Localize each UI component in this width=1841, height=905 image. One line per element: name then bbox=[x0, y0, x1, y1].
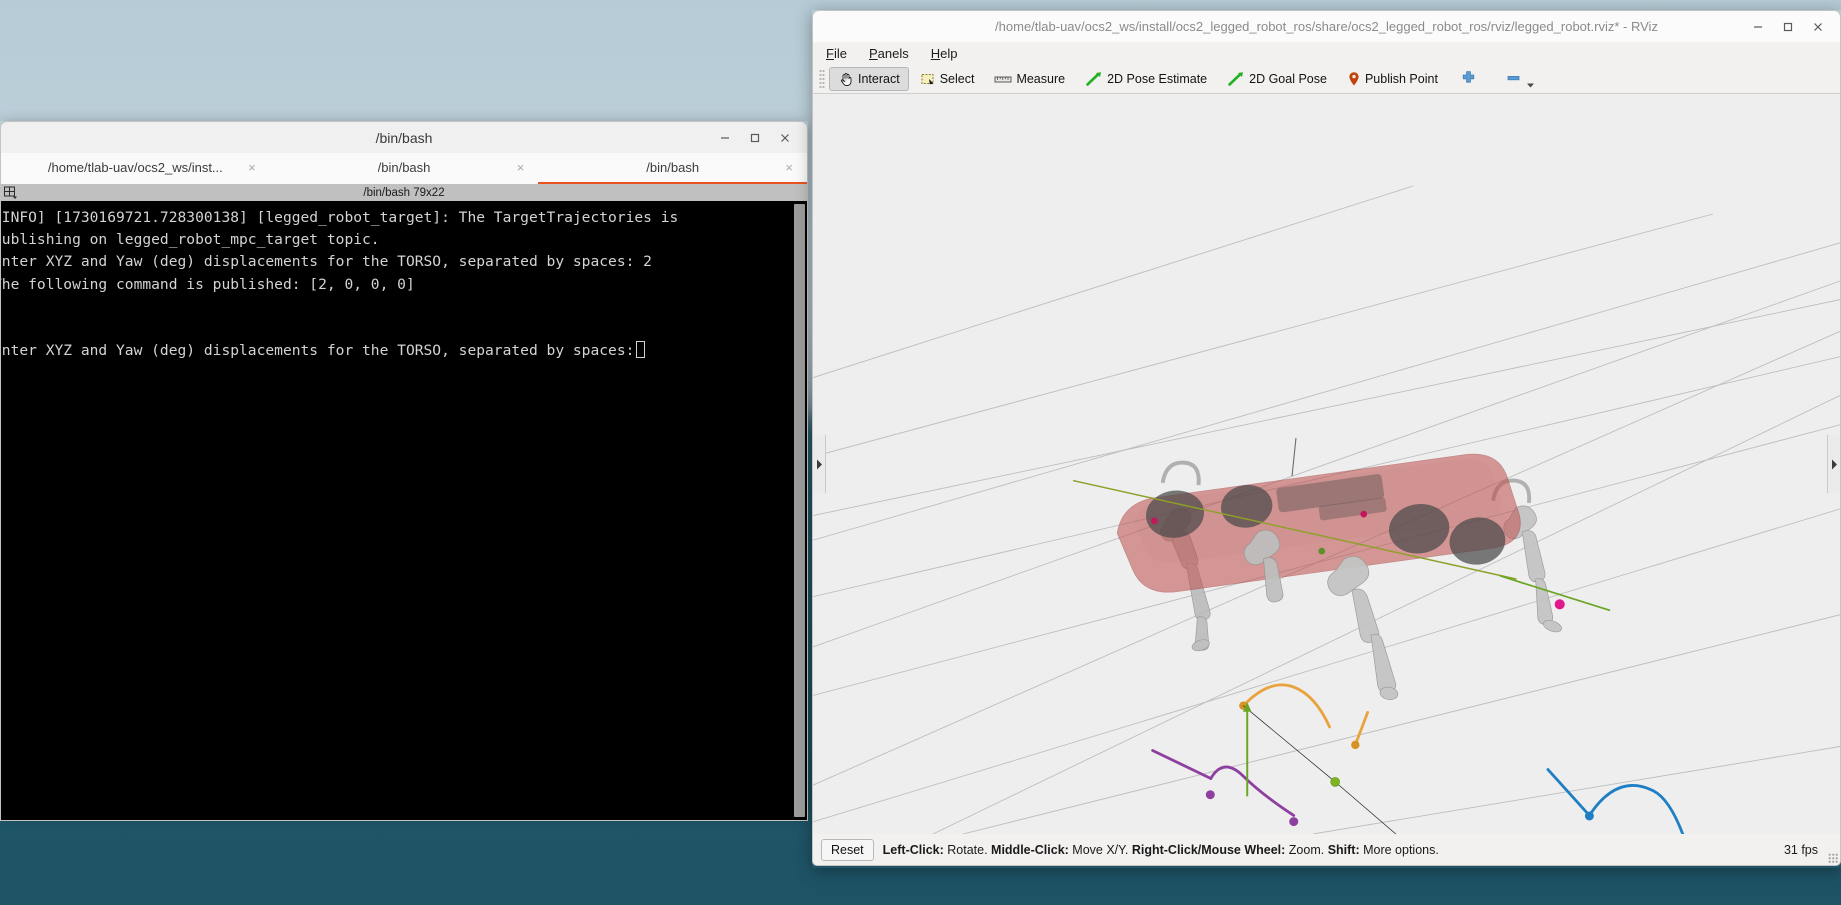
z-axis-arrows bbox=[1242, 702, 1252, 797]
terminal-window[interactable]: /bin/bash /home/tlab-uav/ocs2_ws/inst...… bbox=[0, 121, 808, 821]
minus-icon bbox=[1505, 70, 1522, 87]
plus-icon bbox=[1460, 70, 1477, 87]
hint-key: Shift: bbox=[1327, 842, 1360, 857]
trajectory-point-rl bbox=[1289, 817, 1299, 827]
rviz-menubar[interactable]: File Panels Help bbox=[812, 42, 1841, 64]
joint-marker bbox=[1318, 547, 1326, 555]
tool-measure-button[interactable]: Measure bbox=[985, 67, 1074, 91]
hand-cursor-icon bbox=[838, 71, 854, 87]
hint-action: Rotate. bbox=[943, 842, 992, 857]
minimize-icon[interactable] bbox=[1744, 15, 1772, 39]
rviz-3d-viewport[interactable]: #rviz-3d > svg [data-name="quadruped-rob… bbox=[812, 94, 1841, 834]
terminal-tab-label: /bin/bash bbox=[646, 160, 700, 175]
hint-action: Zoom. bbox=[1285, 842, 1328, 857]
terminal-cursor bbox=[636, 341, 646, 359]
terminal-scrollbar[interactable] bbox=[793, 204, 806, 817]
terminal-titlebar[interactable]: /bin/bash bbox=[0, 121, 808, 153]
green-arrow-icon bbox=[1085, 71, 1103, 87]
terminal-tab[interactable]: /bin/bash × bbox=[270, 153, 539, 184]
tool-label: Select bbox=[939, 71, 975, 86]
trajectory-point-rl bbox=[1205, 790, 1215, 800]
terminal-title: /bin/bash bbox=[375, 129, 433, 146]
tool-interact-button[interactable]: Interact bbox=[829, 66, 909, 91]
maximize-icon[interactable] bbox=[1774, 15, 1802, 39]
terminal-text: [INFO] [1730169721.728300138] [legged_ro… bbox=[0, 209, 679, 360]
terminal-tab-active[interactable]: /bin/bash × bbox=[538, 153, 808, 184]
tool-label: 2D Goal Pose bbox=[1249, 71, 1327, 86]
rviz-title: /home/tlab-uav/ocs2_ws/install/ocs2_legg… bbox=[995, 19, 1658, 34]
green-arrow-icon bbox=[1227, 71, 1245, 87]
collapse-right-panel-button[interactable] bbox=[1827, 435, 1840, 493]
maximize-icon[interactable] bbox=[741, 126, 769, 150]
tool-select-button[interactable]: Select bbox=[911, 67, 984, 91]
menu-help[interactable]: Help bbox=[928, 45, 961, 62]
close-icon[interactable] bbox=[771, 126, 799, 150]
scrollbar-thumb[interactable] bbox=[794, 204, 805, 817]
rviz-status-bar: Reset Left-Click: Rotate. Middle-Click: … bbox=[812, 834, 1841, 866]
trajectory-point-fl bbox=[1351, 740, 1360, 750]
tool-label: Publish Point bbox=[1364, 71, 1438, 86]
rviz-titlebar[interactable]: /home/tlab-uav/ocs2_ws/install/ocs2_legg… bbox=[812, 10, 1841, 42]
trajectory-rear-left bbox=[1151, 749, 1296, 817]
robot-handle-rear bbox=[1160, 460, 1201, 486]
split-terminal-icon[interactable] bbox=[3, 184, 18, 201]
terminal-tab-label: /bin/bash bbox=[377, 160, 431, 175]
joint-marker bbox=[1554, 599, 1565, 610]
trajectory-front-left bbox=[1241, 683, 1370, 747]
close-icon[interactable] bbox=[1804, 15, 1832, 39]
terminal-output-area[interactable]: [INFO] [1730169721.728300138] [legged_ro… bbox=[0, 201, 808, 821]
hint-key: Right-Click/Mouse Wheel: bbox=[1131, 842, 1286, 857]
reset-view-button[interactable]: Reset bbox=[821, 838, 874, 861]
rviz-window[interactable]: /home/tlab-uav/ocs2_ws/install/ocs2_legg… bbox=[812, 10, 1841, 868]
toolbar-drag-handle[interactable] bbox=[819, 68, 825, 89]
rviz-window-controls bbox=[1744, 11, 1832, 42]
menu-file[interactable]: File bbox=[823, 45, 850, 62]
robot-antenna bbox=[1291, 437, 1297, 477]
tool-2d-goal-pose-button[interactable]: 2D Goal Pose bbox=[1218, 67, 1336, 91]
tool-remove-button[interactable] bbox=[1494, 67, 1537, 91]
tool-publish-point-button[interactable]: Publish Point bbox=[1338, 67, 1447, 91]
terminal-subtitle: /bin/bash 79x22 bbox=[363, 186, 445, 199]
hint-action: Move X/Y. bbox=[1068, 842, 1132, 857]
collapse-left-panel-button[interactable] bbox=[813, 435, 826, 493]
robot-scene bbox=[813, 185, 1840, 834]
minimize-icon[interactable] bbox=[711, 126, 739, 150]
selection-rect-icon bbox=[920, 71, 936, 87]
joint-marker bbox=[1360, 510, 1368, 518]
tab-close-icon[interactable]: × bbox=[248, 161, 256, 174]
ruler-icon bbox=[994, 71, 1012, 87]
hint-key: Middle-Click: bbox=[991, 842, 1069, 857]
com-connector-lines bbox=[1243, 705, 1397, 834]
tool-label: 2D Pose Estimate bbox=[1107, 71, 1208, 86]
terminal-tab-label: /home/tlab-uav/ocs2_ws/inst... bbox=[47, 160, 223, 175]
quadruped-robot bbox=[1072, 437, 1611, 700]
terminal-subtitle-bar: /bin/bash 79x22 bbox=[0, 184, 808, 201]
fps-counter: 31 fps bbox=[1783, 842, 1818, 857]
tool-label: Interact bbox=[858, 71, 900, 86]
tab-close-icon[interactable]: × bbox=[517, 161, 525, 174]
robot-leg-front-left bbox=[1327, 556, 1399, 700]
chevron-down-icon[interactable] bbox=[1526, 82, 1535, 89]
tool-2d-pose-estimate-button[interactable]: 2D Pose Estimate bbox=[1076, 67, 1216, 91]
joint-marker bbox=[1150, 517, 1158, 525]
rviz-toolbar[interactable]: Interact Select Measure 2D Pose Estimate… bbox=[812, 64, 1841, 94]
hint-action: More options. bbox=[1359, 842, 1439, 857]
com-marker bbox=[1330, 777, 1340, 787]
terminal-tab-bar[interactable]: /home/tlab-uav/ocs2_ws/inst... × /bin/ba… bbox=[0, 153, 808, 184]
tab-close-icon[interactable]: × bbox=[785, 161, 793, 174]
trajectory-point-rr bbox=[1584, 811, 1594, 821]
map-pin-icon bbox=[1347, 71, 1361, 87]
trajectory-rear-right bbox=[1546, 768, 1685, 834]
terminal-window-controls bbox=[711, 122, 799, 153]
resize-grip[interactable] bbox=[1828, 853, 1838, 863]
mouse-hint-text: Left-Click: Rotate. Middle-Click: Move X… bbox=[883, 843, 1439, 857]
menu-panels[interactable]: Panels bbox=[866, 45, 912, 62]
tool-label: Measure bbox=[1016, 71, 1066, 86]
tool-add-button[interactable] bbox=[1449, 67, 1492, 91]
terminal-tab[interactable]: /home/tlab-uav/ocs2_ws/inst... × bbox=[1, 153, 270, 184]
hint-key: Left-Click: bbox=[882, 842, 944, 857]
